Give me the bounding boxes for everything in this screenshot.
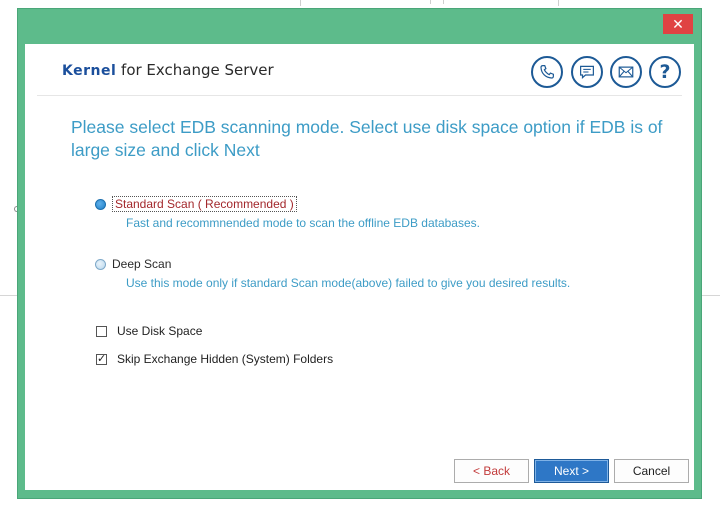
help-icon[interactable]: ?: [649, 56, 681, 88]
brand-logo: Kernel: [62, 63, 117, 79]
email-icon[interactable]: [610, 56, 642, 88]
instruction-text: Please select EDB scanning mode. Select …: [71, 117, 663, 160]
standard-scan-label: Standard Scan ( Recommended ): [112, 196, 297, 212]
wizard-dialog: ✕ Kernel for Exchange Server ? Please se…: [17, 8, 702, 499]
brand-title: Kernel for Exchange Server: [62, 61, 274, 80]
deep-scan-label: Deep Scan: [112, 257, 172, 271]
skip-hidden-folders-option[interactable]: ✓ Skip Exchange Hidden (System) Folders: [96, 352, 333, 366]
skip-hidden-folders-checkbox[interactable]: ✓: [96, 353, 107, 365]
next-button[interactable]: Next >: [534, 459, 609, 483]
phone-icon[interactable]: [531, 56, 563, 88]
background-edge: [0, 295, 18, 296]
standard-scan-description: Fast and recommnended mode to scan the o…: [126, 216, 480, 230]
background-edge: [702, 295, 720, 296]
use-disk-space-checkbox[interactable]: [96, 325, 107, 337]
use-disk-space-label: Use Disk Space: [117, 324, 203, 338]
cancel-button[interactable]: Cancel: [614, 459, 689, 483]
wizard-panel: Kernel for Exchange Server ? Please sele…: [25, 44, 694, 490]
header-divider: [37, 95, 682, 96]
standard-scan-option[interactable]: Standard Scan ( Recommended ): [95, 196, 297, 212]
chat-icon[interactable]: [571, 56, 603, 88]
help-icon-glyph: ?: [659, 61, 671, 83]
back-button[interactable]: < Back: [454, 459, 529, 483]
background-edge: [430, 0, 444, 4]
deep-scan-radio[interactable]: [95, 258, 106, 270]
skip-hidden-folders-label: Skip Exchange Hidden (System) Folders: [117, 352, 334, 366]
close-button[interactable]: ✕: [663, 14, 693, 34]
deep-scan-option[interactable]: Deep Scan: [95, 257, 171, 271]
background-edge: [300, 0, 301, 6]
deep-scan-description: Use this mode only if standard Scan mode…: [126, 276, 571, 290]
use-disk-space-option[interactable]: Use Disk Space: [96, 324, 202, 338]
brand-product-name: for Exchange Server: [116, 61, 274, 79]
standard-scan-radio[interactable]: [95, 198, 106, 210]
background-edge: [558, 0, 559, 6]
